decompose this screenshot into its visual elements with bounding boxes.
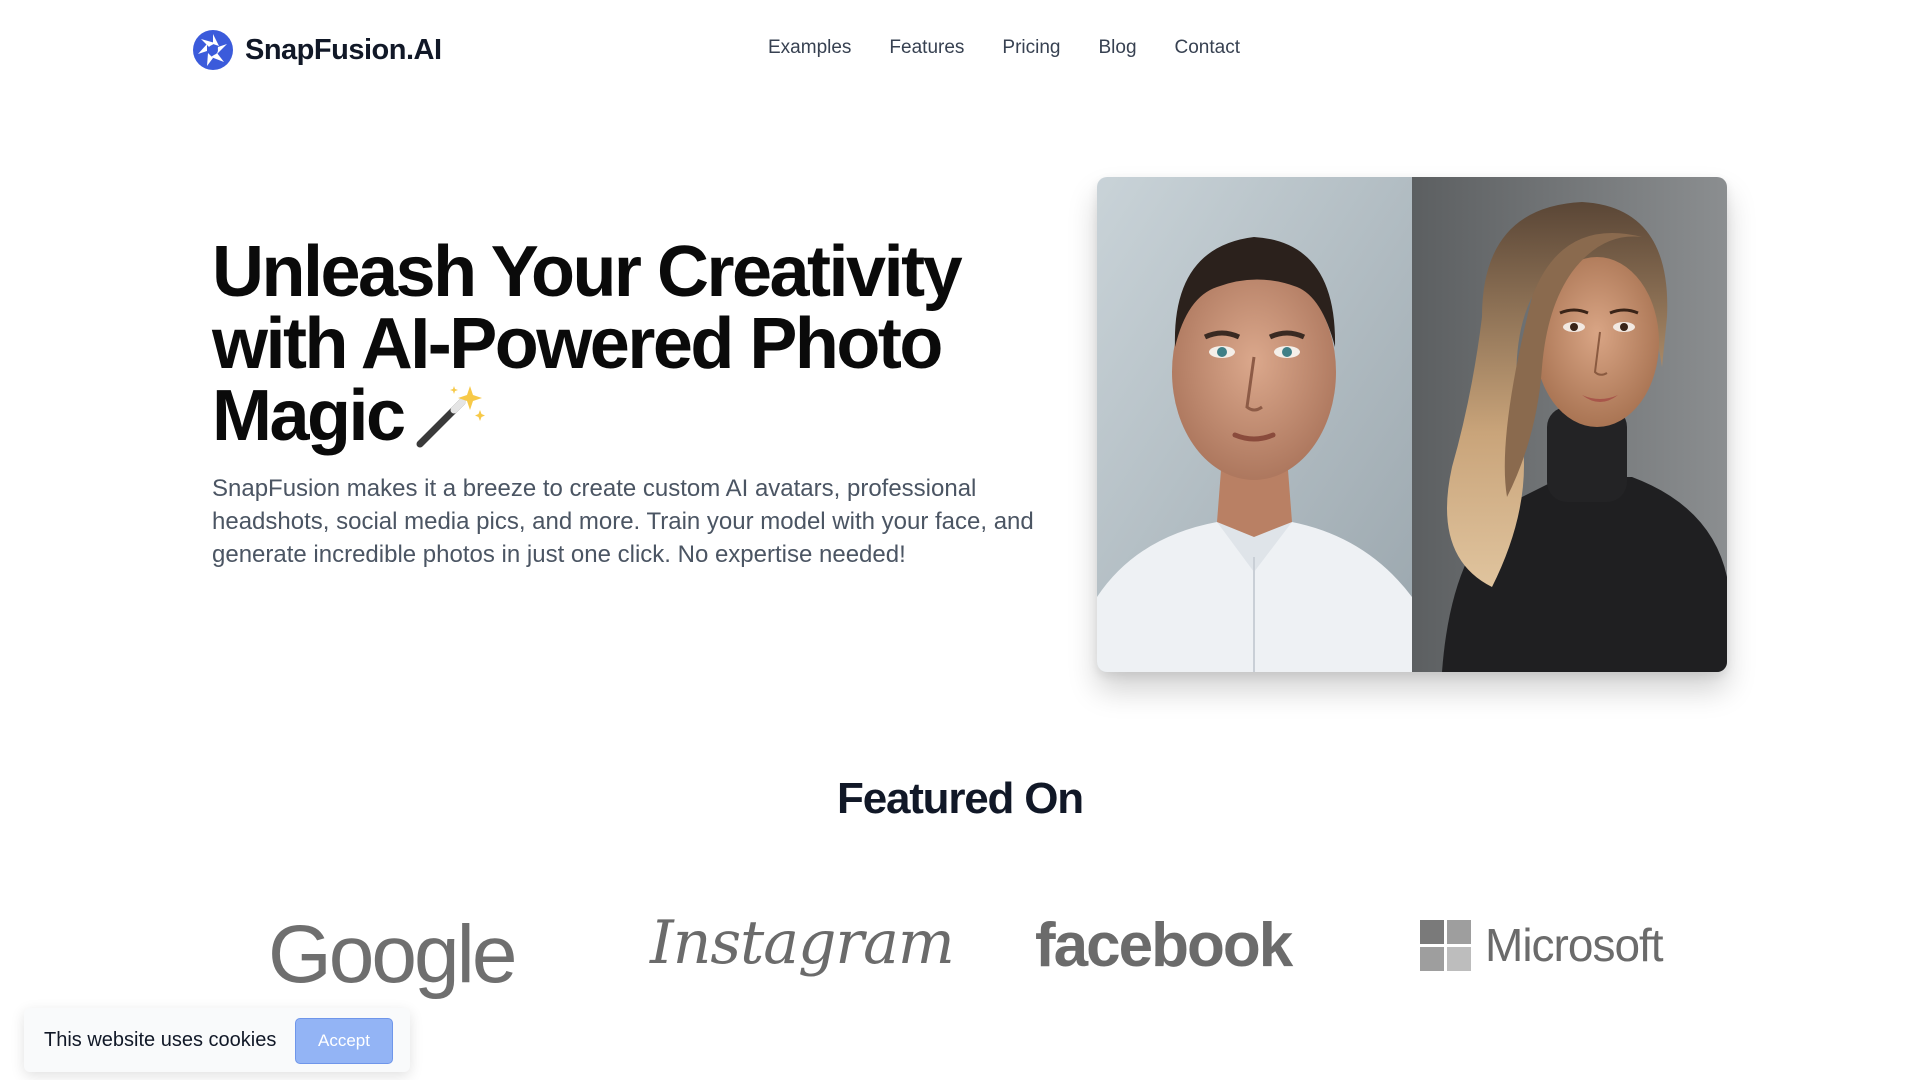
site-header: SnapFusion.AI Examples Features Pricing … (0, 0, 1920, 100)
brand-home-link[interactable]: SnapFusion.AI (193, 30, 442, 70)
nav-features[interactable]: Features (889, 37, 964, 59)
instagram-logo-text: Instagram (650, 908, 955, 978)
main-nav: Examples Features Pricing Blog Contact (768, 37, 1278, 59)
facebook-logo: facebook (1035, 910, 1293, 981)
microsoft-logo: Microsoft (1420, 918, 1664, 972)
google-logo-text: Google (268, 909, 517, 1000)
man-portrait (1097, 177, 1412, 672)
instagram-logo: Instagram (650, 908, 955, 978)
cookie-text: This website uses cookies (44, 1028, 277, 1051)
microsoft-logo-text: Microsoft (1485, 919, 1664, 971)
cookie-banner: This website uses cookies Accept (24, 1008, 410, 1072)
featured-title: Featured On (837, 774, 1084, 823)
nav-examples[interactable]: Examples (768, 37, 851, 59)
google-logo: Google (268, 908, 517, 1002)
woman-portrait (1412, 177, 1727, 672)
microsoft-grid-icon (1420, 919, 1471, 971)
nav-blog[interactable]: Blog (1098, 37, 1136, 59)
hero-portrait-image (1097, 177, 1727, 672)
accept-cookies-button[interactable]: Accept (295, 1018, 393, 1064)
brand-name: SnapFusion.AI (245, 33, 442, 66)
facebook-logo-text: facebook (1035, 911, 1293, 980)
nav-pricing[interactable]: Pricing (1002, 37, 1060, 59)
hero-subtitle: SnapFusion makes it a breeze to create c… (212, 475, 1034, 568)
hero-title: Unleash Your Creativity with AI-Powered … (212, 236, 1032, 452)
aperture-icon (193, 30, 233, 70)
magic-wand-icon (416, 386, 485, 448)
nav-contact[interactable]: Contact (1175, 37, 1240, 59)
hero-title-text: Unleash Your Creativity with AI-Powered … (212, 232, 963, 456)
